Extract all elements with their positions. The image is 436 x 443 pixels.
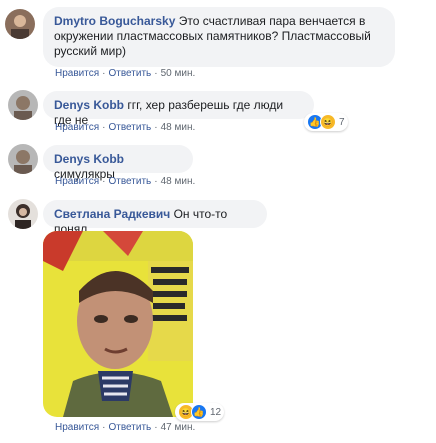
timestamp[interactable]: 48 мин. bbox=[161, 122, 196, 133]
timestamp[interactable]: 50 мин. bbox=[161, 68, 196, 79]
reply-link[interactable]: Ответить bbox=[108, 422, 151, 433]
reaction-count: 7 bbox=[339, 116, 345, 128]
comment-bubble: Светлана Радкевич Он что-то понял bbox=[43, 200, 267, 236]
comment-bubble: Dmytro Bogucharsky Это счастливая пара в… bbox=[43, 7, 395, 67]
separator: · bbox=[154, 422, 158, 433]
haha-icon: 😆 bbox=[320, 114, 336, 130]
avatar-image bbox=[8, 144, 38, 174]
separator: · bbox=[102, 68, 106, 79]
reply-link[interactable]: Ответить bbox=[108, 68, 151, 79]
like-link[interactable]: Нравится bbox=[55, 68, 99, 79]
comment-actions: Нравится · Ответить · 47 мин. bbox=[55, 422, 195, 433]
like-icon: 👍 bbox=[191, 404, 207, 420]
timestamp[interactable]: 48 мин. bbox=[161, 176, 196, 187]
comment-author[interactable]: Светлана Радкевич bbox=[54, 207, 170, 221]
separator: · bbox=[102, 176, 106, 187]
like-link[interactable]: Нравится bbox=[55, 122, 99, 133]
comment-author[interactable]: Denys Kobb bbox=[54, 152, 124, 166]
reply-link[interactable]: Ответить bbox=[108, 122, 151, 133]
avatar[interactable] bbox=[8, 90, 38, 120]
comment-actions: Нравится · Ответить · 48 мин. bbox=[55, 122, 195, 133]
comment-author[interactable]: Dmytro Bogucharsky bbox=[54, 14, 175, 28]
avatar[interactable] bbox=[5, 9, 35, 39]
comment-bubble: Denys Kobb ггг, хер разберешь где люди г… bbox=[43, 91, 314, 127]
separator: · bbox=[102, 122, 106, 133]
like-link[interactable]: Нравится bbox=[55, 422, 99, 433]
timestamp[interactable]: 47 мин. bbox=[161, 422, 196, 433]
comment-bubble: Denys Kobb симулякры bbox=[43, 145, 193, 181]
like-link[interactable]: Нравится bbox=[55, 176, 99, 187]
avatar[interactable] bbox=[8, 144, 38, 174]
avatar-image bbox=[8, 199, 38, 229]
reaction-count: 12 bbox=[210, 406, 222, 418]
reactions-summary[interactable]: 👍 😆 7 bbox=[304, 113, 348, 131]
comment-author[interactable]: Denys Kobb bbox=[54, 98, 124, 112]
reply-link[interactable]: Ответить bbox=[108, 176, 151, 187]
avatar-image bbox=[5, 9, 35, 39]
separator: · bbox=[154, 176, 158, 187]
avatar[interactable] bbox=[8, 199, 38, 229]
comment-actions: Нравится · Ответить · 50 мин. bbox=[55, 68, 195, 79]
avatar-image bbox=[8, 90, 38, 120]
comment-photo[interactable] bbox=[43, 231, 193, 417]
separator: · bbox=[154, 122, 158, 133]
comment-actions: Нравится · Ответить · 48 мин. bbox=[55, 176, 195, 187]
photo-image bbox=[43, 231, 193, 417]
separator: · bbox=[154, 68, 158, 79]
separator: · bbox=[102, 422, 106, 433]
reactions-summary[interactable]: 😆 👍 12 bbox=[175, 403, 225, 421]
